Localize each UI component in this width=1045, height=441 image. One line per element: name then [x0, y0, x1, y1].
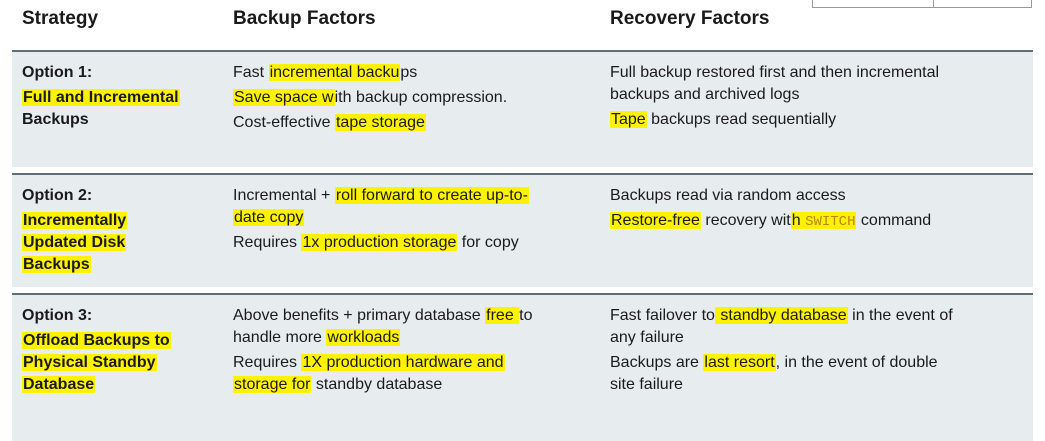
backup-factor: Requires 1X production hardware and	[233, 354, 505, 371]
backup-factor: Above benefits + primary database free t…	[233, 307, 533, 324]
backup-factors-cell: Above benefits + primary database free t…	[233, 305, 603, 399]
highlight: Offload Backups to	[22, 332, 171, 349]
highlight: date copy	[233, 209, 305, 226]
recovery-factor: Backups are last resort, in the event of…	[610, 354, 938, 371]
option-name: Full and Incremental Backups	[22, 87, 222, 131]
backup-factor-cont: storage for standby database	[233, 376, 443, 393]
option-number: Option 1:	[22, 64, 93, 81]
highlight: 1X production hardware and	[301, 354, 505, 371]
option-name: Offload Backups to Physical Standby Data…	[22, 330, 222, 396]
recovery-factors-cell: Full backup restored first and then incr…	[610, 62, 1035, 134]
backup-factor: Requires 1x production storage for copy	[233, 234, 519, 251]
highlight: last resort	[703, 354, 776, 371]
highlight: 1x production storage	[301, 234, 458, 251]
recovery-factors-cell: Fast failover to standby database in the…	[610, 305, 1035, 399]
highlight: Restore-free	[610, 212, 701, 229]
backup-factor-cont: date copy	[233, 207, 603, 229]
table-row: Option 2: Incrementally Updated Disk Bac…	[12, 173, 1033, 287]
recovery-factor-cont: any failure	[610, 329, 684, 346]
highlight: Physical Standby	[22, 354, 157, 371]
recovery-factor: Tape backups read sequentially	[610, 111, 837, 128]
highlight: free	[485, 307, 520, 324]
option-name-text: Backups	[22, 111, 89, 128]
backup-factor: Save space with backup compression.	[233, 89, 508, 106]
highlight: Backups	[22, 256, 91, 273]
backup-factor: Cost-effective tape storage	[233, 114, 426, 131]
highlight: Updated Disk	[22, 234, 127, 251]
header-strategy: Strategy	[22, 8, 99, 29]
recovery-factors-cell: Backups read via random access Restore-f…	[610, 185, 1035, 236]
highlight: incremental backu	[268, 64, 401, 81]
recovery-factor: Fast failover to standby database in the…	[610, 307, 953, 324]
backup-factors-cell: Fast incremental backups Save space with…	[233, 62, 603, 137]
option-number: Option 2:	[22, 187, 93, 204]
recovery-factor: Full backup restored first and then incr…	[610, 64, 940, 81]
highlight: roll forward to create up-to-	[334, 187, 529, 204]
strategy-cell: Option 1: Full and Incremental Backups	[22, 62, 222, 131]
option-number: Option 3:	[22, 307, 93, 324]
highlight: standby database	[714, 307, 848, 324]
highlight: h SWITCH	[790, 212, 857, 230]
strategy-cell: Option 2: Incrementally Updated Disk Bac…	[22, 185, 222, 276]
backup-factors-cell: Incremental + roll forward to create up-…	[233, 185, 603, 257]
highlight: workloads	[326, 329, 401, 346]
header-recovery-factors: Recovery Factors	[610, 8, 770, 29]
switch-command: SWITCH	[805, 214, 856, 230]
strategy-cell: Option 3: Offload Backups to Physical St…	[22, 305, 222, 396]
table-header: Strategy Backup Factors Recovery Factors	[0, 0, 1045, 48]
recovery-factor-cont: site failure	[610, 376, 683, 393]
highlight: Full and Incremental	[22, 89, 180, 106]
recovery-factor: Backups read via random access	[610, 187, 846, 204]
option-name: Incrementally Updated Disk Backups	[22, 210, 222, 276]
backup-factor-cont: handle more workloads	[233, 329, 401, 346]
highlight: Save space w	[233, 89, 335, 106]
table-row: Option 1: Full and Incremental Backups F…	[12, 50, 1033, 167]
table-row: Option 3: Offload Backups to Physical St…	[12, 293, 1033, 441]
highlight: Database	[22, 376, 96, 393]
header-backup-factors: Backup Factors	[233, 8, 376, 29]
highlight: Tape	[610, 111, 647, 128]
backup-factor: Incremental + roll forward to create up-…	[233, 187, 529, 204]
highlight: Incrementally	[22, 212, 128, 229]
recovery-factor-cont: backups and archived logs	[610, 86, 800, 103]
recovery-factor: Restore-free recovery with SWITCH comman…	[610, 212, 932, 230]
highlight: tape storage	[334, 114, 426, 131]
backup-factor: Fast incremental backups	[233, 64, 418, 81]
highlight: storage for	[233, 376, 312, 393]
